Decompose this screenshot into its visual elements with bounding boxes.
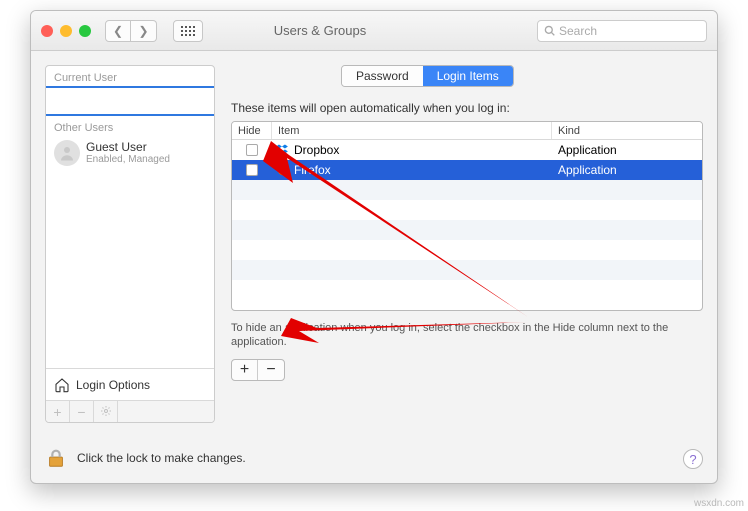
login-options-row[interactable]: Login Options <box>46 368 214 400</box>
user-sidebar: Current User Other Users Guest User Enab… <box>45 65 215 423</box>
titlebar: ❮ ❯ Users & Groups Search <box>31 11 717 51</box>
table-row <box>232 240 702 260</box>
table-row[interactable]: Dropbox Application <box>232 140 702 160</box>
other-users-label: Other Users <box>46 116 214 136</box>
sidebar-action-button[interactable] <box>94 401 118 423</box>
table-row <box>232 280 702 300</box>
lock-row: Click the lock to make changes. <box>45 447 246 469</box>
table-row <box>232 260 702 280</box>
minimize-icon[interactable] <box>60 25 72 37</box>
sidebar-add-button[interactable]: + <box>46 401 70 423</box>
guest-status: Enabled, Managed <box>86 154 170 165</box>
current-user-label: Current User <box>46 66 214 86</box>
hide-note: To hide an application when you log in, … <box>231 321 703 350</box>
login-items-table: Hide Item Kind Dropbox Application Firef… <box>231 121 703 311</box>
add-button[interactable]: + <box>232 360 258 380</box>
lock-text: Click the lock to make changes. <box>77 451 246 465</box>
lock-icon[interactable] <box>45 447 67 469</box>
search-input[interactable]: Search <box>537 20 707 42</box>
add-remove-segment: + − <box>231 359 285 381</box>
search-placeholder: Search <box>559 24 597 38</box>
firefox-icon <box>276 163 290 177</box>
avatar <box>54 140 80 166</box>
table-row <box>232 180 702 200</box>
table-row <box>232 200 702 220</box>
guest-name: Guest User <box>86 140 170 154</box>
item-kind: Application <box>552 143 702 157</box>
preferences-window: ❮ ❯ Users & Groups Search Current User O… <box>30 10 718 484</box>
user-silhouette-icon <box>58 144 76 162</box>
item-name: Firefox <box>294 163 331 177</box>
zoom-icon[interactable] <box>79 25 91 37</box>
close-icon[interactable] <box>41 25 53 37</box>
tab-login-items[interactable]: Login Items <box>423 66 513 86</box>
item-name: Dropbox <box>294 143 339 157</box>
dropbox-icon <box>276 143 290 157</box>
col-item[interactable]: Item <box>272 122 552 139</box>
col-kind[interactable]: Kind <box>552 122 702 139</box>
sidebar-toolbar: + − <box>46 400 214 422</box>
tab-segment: Password Login Items <box>341 65 514 87</box>
window-controls <box>41 25 91 37</box>
current-user-row[interactable] <box>46 86 214 116</box>
house-icon <box>54 377 70 393</box>
guest-user-row[interactable]: Guest User Enabled, Managed <box>46 136 214 170</box>
sidebar-remove-button[interactable]: − <box>70 401 94 423</box>
login-items-description: These items will open automatically when… <box>231 101 510 115</box>
window-title: Users & Groups <box>111 23 529 38</box>
table-row[interactable]: Firefox Application <box>232 160 702 180</box>
table-header: Hide Item Kind <box>232 122 702 140</box>
hide-checkbox[interactable] <box>246 164 258 176</box>
item-kind: Application <box>552 163 702 177</box>
col-hide[interactable]: Hide <box>232 122 272 139</box>
search-icon <box>544 25 555 36</box>
help-button[interactable]: ? <box>683 449 703 469</box>
remove-button[interactable]: − <box>258 360 284 380</box>
login-options-label: Login Options <box>76 378 150 392</box>
watermark: wsxdn.com <box>694 498 744 509</box>
tab-password[interactable]: Password <box>342 66 423 86</box>
table-row <box>232 220 702 240</box>
gear-icon <box>100 405 112 417</box>
hide-checkbox[interactable] <box>246 144 258 156</box>
content-area: Current User Other Users Guest User Enab… <box>31 51 717 483</box>
